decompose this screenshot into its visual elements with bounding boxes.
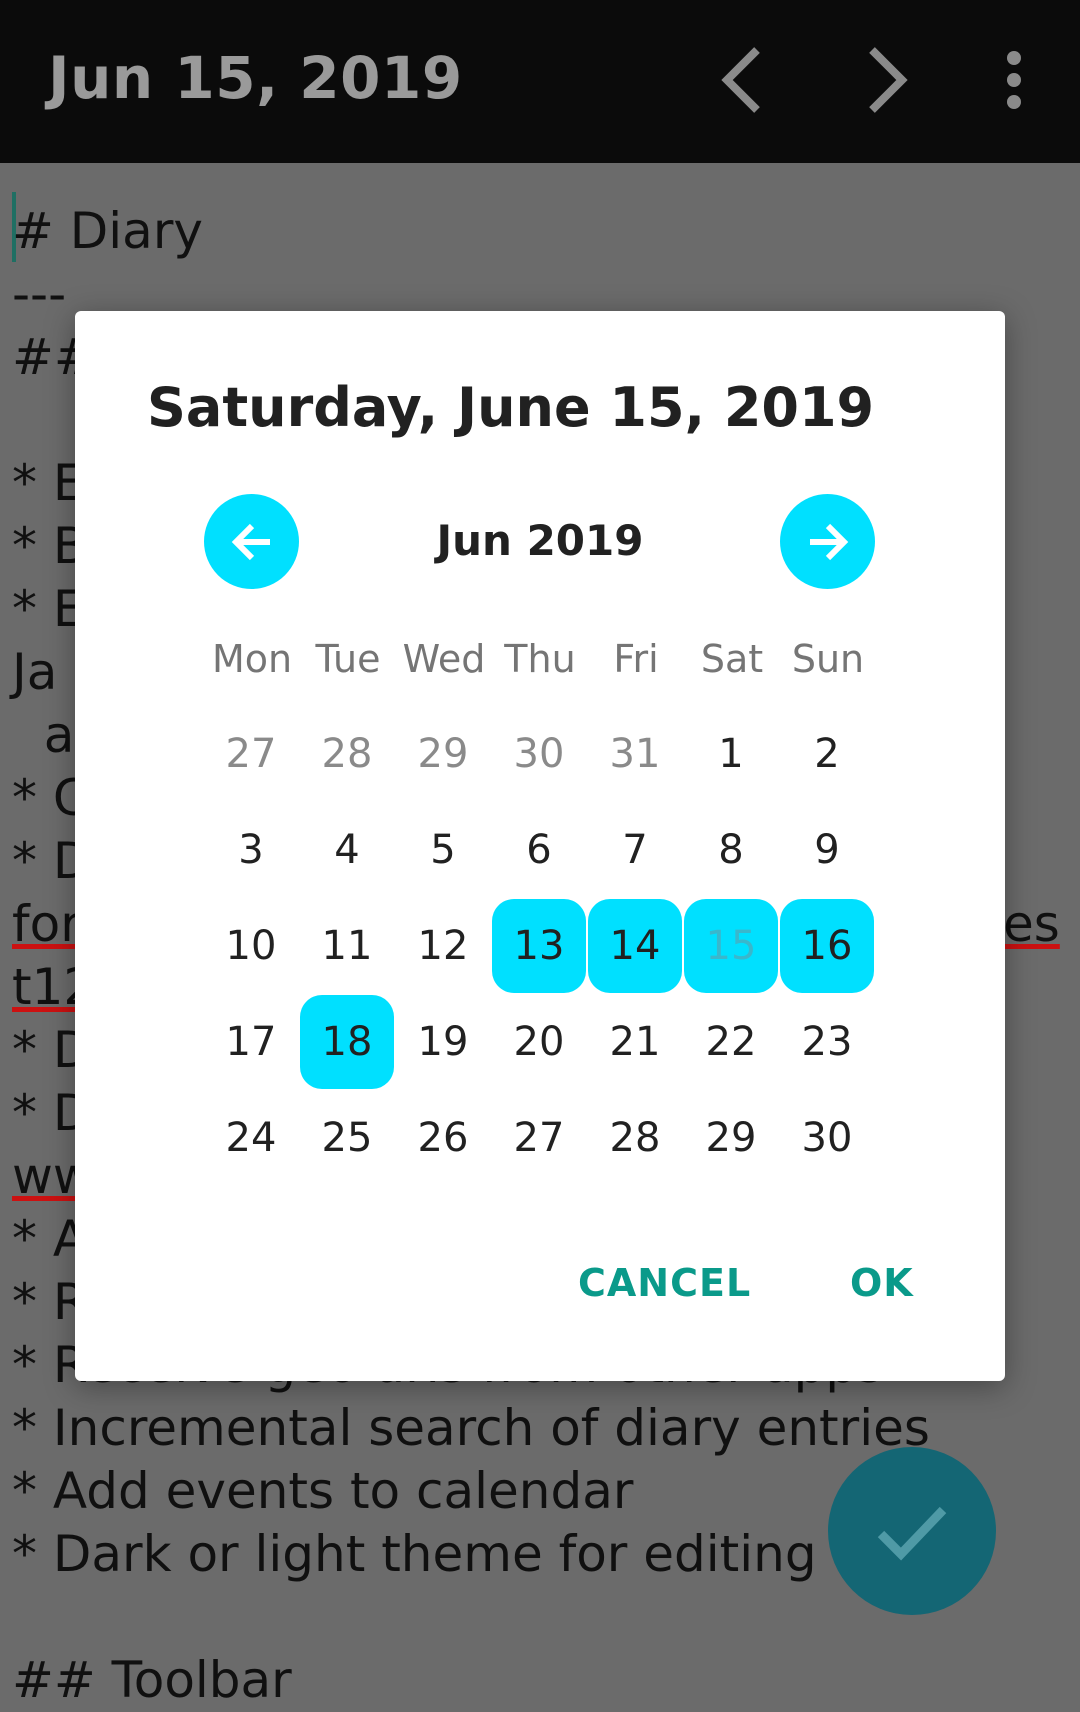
calendar-day[interactable]: 3 [204, 803, 298, 897]
more-vert-icon[interactable] [974, 40, 1054, 120]
calendar-day[interactable]: 24 [204, 1091, 298, 1185]
calendar-day[interactable]: 20 [492, 995, 586, 1089]
calendar-day[interactable]: 18 [300, 995, 394, 1089]
calendar-day[interactable]: 1 [684, 707, 778, 801]
cancel-button[interactable]: CANCEL [578, 1261, 751, 1305]
calendar-day[interactable]: 15 [684, 899, 778, 993]
calendar-grid: Mon Tue Wed Thu Fri Sat Sun 27 28 29 30 31 1 2 3 4 5 6 7 8 9… [204, 611, 876, 1187]
calendar-day[interactable]: 10 [204, 899, 298, 993]
calendar-day[interactable]: 31 [588, 707, 682, 801]
weekday-label: Tue [315, 637, 381, 681]
calendar-day[interactable]: 26 [396, 1091, 490, 1185]
dialog-title: Saturday, June 15, 2019 [147, 376, 875, 439]
calendar-day[interactable]: 8 [684, 803, 778, 897]
calendar-day[interactable]: 29 [396, 707, 490, 801]
calendar-day[interactable]: 4 [300, 803, 394, 897]
calendar-day[interactable]: 29 [684, 1091, 778, 1185]
calendar-day[interactable]: 28 [300, 707, 394, 801]
calendar-day[interactable]: 16 [780, 899, 874, 993]
calendar-day[interactable]: 5 [396, 803, 490, 897]
chevron-left-icon[interactable] [705, 40, 785, 120]
app-toolbar: Jun 15, 2019 [0, 0, 1080, 163]
calendar-day[interactable]: 23 [780, 995, 874, 1089]
check-icon [877, 1506, 947, 1561]
calendar-day[interactable]: 7 [588, 803, 682, 897]
editor-line: # Diary [12, 202, 203, 260]
date-picker-dialog: Saturday, June 15, 2019 Jun 2019 Mon Tue W… [75, 311, 1005, 1381]
toolbar-title: Jun 15, 2019 [48, 44, 463, 112]
weekday-label: Wed [402, 637, 486, 681]
calendar-day[interactable]: 6 [492, 803, 586, 897]
weekday-label: Sun [791, 637, 865, 681]
calendar-day[interactable]: 27 [204, 707, 298, 801]
calendar-day[interactable]: 2 [780, 707, 874, 801]
calendar-day[interactable]: 21 [588, 995, 682, 1089]
calendar-day[interactable]: 14 [588, 899, 682, 993]
calendar-day[interactable]: 19 [396, 995, 490, 1089]
editor-fragment: es [1003, 895, 1060, 953]
editor-line: ## Toolbar [12, 1651, 292, 1709]
calendar-day[interactable]: 28 [588, 1091, 682, 1185]
calendar-day[interactable]: 9 [780, 803, 874, 897]
weekday-label: Thu [504, 637, 576, 681]
save-fab[interactable] [828, 1447, 996, 1615]
calendar-day[interactable]: 25 [300, 1091, 394, 1185]
chevron-right-icon[interactable] [848, 40, 928, 120]
calendar-day[interactable]: 13 [492, 899, 586, 993]
calendar-day[interactable]: 27 [492, 1091, 586, 1185]
arrow-right-icon [809, 523, 848, 560]
weekday-label: Fri [613, 637, 659, 681]
weekday-label: Mon [211, 637, 293, 681]
calendar-day[interactable]: 11 [300, 899, 394, 993]
ok-button[interactable]: OK [850, 1261, 914, 1305]
calendar-day[interactable]: 22 [684, 995, 778, 1089]
calendar-day[interactable]: 30 [492, 707, 586, 801]
weekday-label: Sat [700, 637, 764, 681]
calendar-day[interactable]: 17 [204, 995, 298, 1089]
calendar-day[interactable]: 12 [396, 899, 490, 993]
next-month-button[interactable] [780, 494, 875, 589]
calendar-day[interactable]: 30 [780, 1091, 874, 1185]
